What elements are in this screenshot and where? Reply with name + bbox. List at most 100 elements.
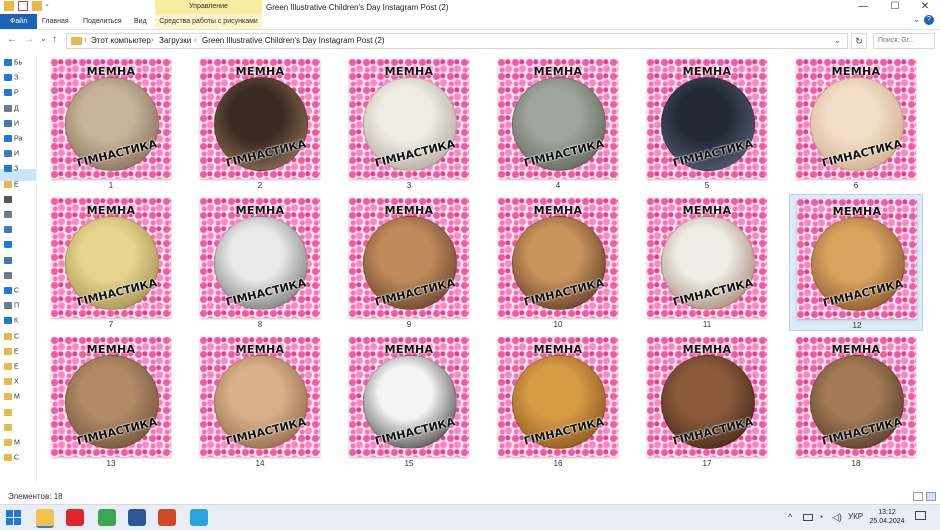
file-item[interactable]: МЕМНА ГІМНАСТИКА 17: [640, 333, 774, 470]
telegram-icon[interactable]: [190, 509, 208, 526]
file-item[interactable]: МЕМНА ГІМНАСТИКА 18: [789, 333, 923, 470]
sidebar-item-label: Е: [14, 348, 19, 356]
minimize-button[interactable]: —: [848, 0, 878, 14]
help-icon[interactable]: ?: [924, 15, 934, 25]
sidebar-item[interactable]: [4, 211, 14, 221]
tab-view[interactable]: Вид: [128, 14, 153, 29]
file-item[interactable]: МЕМНА ГІМНАСТИКА 6: [789, 55, 923, 192]
tab-picture-tools[interactable]: Средства работы с рисунками: [155, 14, 262, 29]
sidebar-item[interactable]: И: [4, 150, 19, 160]
file-item[interactable]: МЕМНА ГІМНАСТИКА 2: [193, 55, 327, 192]
file-name: 18: [851, 459, 861, 468]
clock[interactable]: 13:12 25.04.2024: [862, 508, 912, 526]
sidebar-item[interactable]: [4, 226, 14, 236]
volume-icon[interactable]: ◁): [832, 512, 842, 523]
customize-toolbar-icon[interactable]: ⌄: [44, 1, 54, 11]
opera-icon[interactable]: [66, 509, 84, 526]
sidebar-item[interactable]: Д: [4, 104, 19, 115]
sidebar-item[interactable]: [4, 423, 14, 434]
breadcrumb-separator: ›: [151, 35, 154, 44]
file-item[interactable]: МЕМНА ГІМНАСТИКА 1: [44, 55, 178, 192]
search-input[interactable]: Поиск: Gr...: [873, 33, 935, 49]
caption-top: МЕМНА: [682, 343, 732, 356]
windows-start-icon[interactable]: [6, 510, 22, 526]
recent-locations-button[interactable]: ⌄: [40, 34, 47, 43]
sidebar-item[interactable]: [4, 195, 14, 206]
status-bar: Элементов: 18: [0, 490, 940, 504]
sidebar-item[interactable]: Ра: [4, 135, 22, 145]
details-view-icon[interactable]: [913, 492, 923, 501]
sidebar-item[interactable]: Бь: [4, 59, 22, 69]
file-item[interactable]: МЕМНА ГІМНАСТИКА 14: [193, 333, 327, 470]
file-item[interactable]: МЕМНА ГІМНАСТИКА 13: [44, 333, 178, 470]
tab-home[interactable]: Главная: [36, 14, 75, 29]
file-item[interactable]: МЕМНА ГІМНАСТИКА 10: [491, 194, 625, 331]
sidebar-item-label: Р: [14, 89, 19, 97]
file-item[interactable]: МЕМНА ГІМНАСТИКА 3: [342, 55, 476, 192]
word-icon[interactable]: [128, 509, 146, 526]
sidebar-item[interactable]: Р: [4, 89, 19, 99]
sidebar-item[interactable]: Е: [4, 180, 19, 191]
sidebar-item[interactable]: Е: [4, 363, 19, 373]
sidebar-item[interactable]: Х: [4, 378, 19, 388]
breadcrumb-downloads[interactable]: Загрузки: [159, 36, 191, 45]
up-button[interactable]: ↑: [52, 34, 57, 45]
sidebar-item[interactable]: С: [4, 454, 19, 464]
file-item[interactable]: МЕМНА ГІМНАСТИКА 4: [491, 55, 625, 192]
sidebar-item[interactable]: М: [4, 393, 20, 403]
forward-button[interactable]: →: [24, 34, 34, 45]
folder-icon: [4, 332, 12, 340]
tab-share[interactable]: Поделиться: [77, 14, 128, 29]
battery-icon[interactable]: [803, 514, 813, 521]
file-explorer-icon[interactable]: [36, 509, 54, 528]
sidebar-item[interactable]: С: [4, 332, 19, 343]
caption-top: МЕМНА: [384, 343, 434, 356]
notification-icon[interactable]: [915, 511, 926, 520]
sidebar-item[interactable]: С: [4, 287, 19, 297]
properties-icon[interactable]: [18, 1, 28, 11]
new-folder-icon[interactable]: [32, 1, 42, 11]
file-item[interactable]: МЕМНА ГІМНАСТИКА 15: [342, 333, 476, 470]
picture-icon: [4, 226, 12, 234]
file-item[interactable]: МЕМНА ГІМНАСТИКА 16: [491, 333, 625, 470]
back-button[interactable]: ←: [7, 34, 17, 45]
caption-top: МЕМНА: [86, 65, 136, 78]
file-item[interactable]: МЕМНА ГІМНАСТИКА 11: [640, 194, 774, 331]
sidebar-item[interactable]: [4, 408, 14, 419]
network-icon[interactable]: ◔: [818, 512, 823, 522]
close-button[interactable]: ✕: [910, 0, 940, 14]
caption-top: МЕМНА: [235, 204, 285, 217]
sidebar-item[interactable]: К: [4, 317, 18, 327]
chevron-down-icon[interactable]: ⌄: [834, 36, 841, 45]
breadcrumb-separator: ›: [194, 35, 197, 44]
sidebar-item[interactable]: [4, 256, 14, 267]
sidebar-item[interactable]: З: [4, 165, 18, 175]
caption-top: МЕМНА: [384, 204, 434, 217]
file-item[interactable]: МЕМНА ГІМНАСТИКА 7: [44, 194, 178, 331]
chrome-icon[interactable]: [98, 509, 116, 526]
sidebar-item[interactable]: Е: [4, 347, 19, 358]
refresh-button[interactable]: ↻: [851, 33, 867, 49]
file-item[interactable]: МЕМНА ГІМНАСТИКА 9: [342, 194, 476, 331]
language-indicator[interactable]: УКР: [848, 512, 863, 521]
powerpoint-icon[interactable]: [158, 509, 176, 526]
sidebar-item[interactable]: З: [4, 74, 18, 84]
address-bar[interactable]: › Этот компьютер › Загрузки › Green Illu…: [66, 33, 848, 49]
folder-icon[interactable]: [4, 1, 14, 11]
sidebar-item[interactable]: М: [4, 439, 20, 449]
sidebar-item[interactable]: П: [4, 302, 19, 312]
music-icon: [4, 241, 12, 249]
tray-chevron[interactable]: ^: [788, 512, 792, 522]
maximize-button[interactable]: ☐: [880, 0, 910, 14]
file-item[interactable]: МЕМНА ГІМНАСТИКА 8: [193, 194, 327, 331]
sidebar-item[interactable]: И: [4, 119, 19, 130]
large-icons-view-icon[interactable]: [926, 492, 936, 501]
breadcrumb-current-folder[interactable]: Green Illustrative Children's Day Instag…: [202, 36, 384, 45]
breadcrumb-this-pc[interactable]: Этот компьютер: [91, 36, 151, 45]
chevron-down-icon[interactable]: ⌄: [913, 15, 920, 24]
sidebar-item[interactable]: [4, 241, 14, 251]
file-item[interactable]: МЕМНА ГІМНАСТИКА 12: [789, 194, 923, 331]
file-item[interactable]: МЕМНА ГІМНАСТИКА 5: [640, 55, 774, 192]
tab-file[interactable]: Файл: [0, 14, 38, 29]
sidebar-item[interactable]: [4, 271, 14, 282]
